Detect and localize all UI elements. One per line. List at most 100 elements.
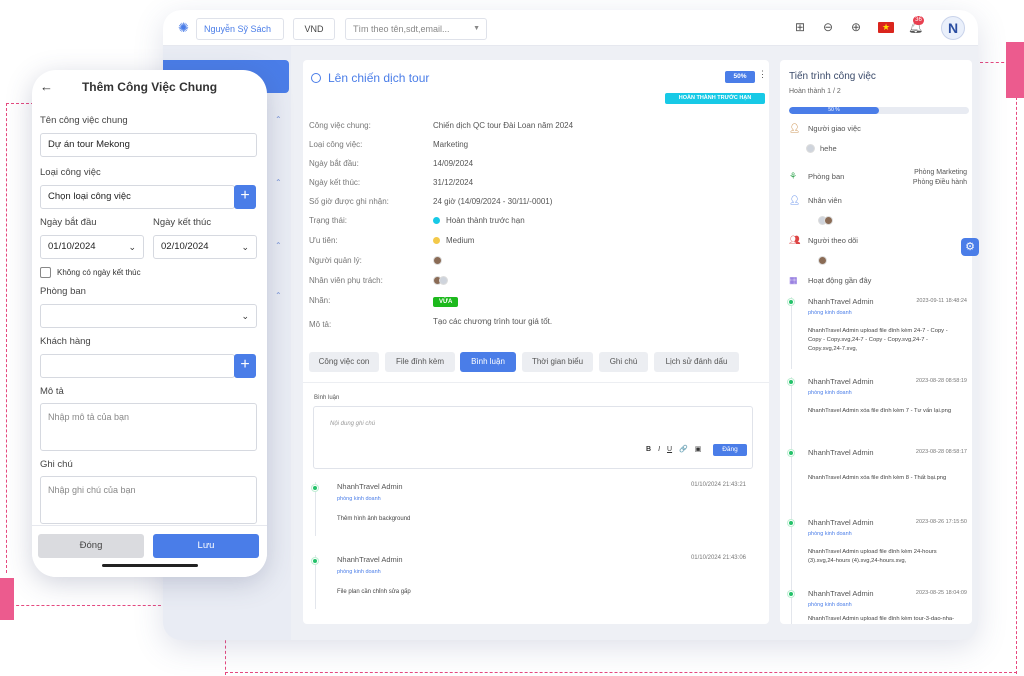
tab-schedule[interactable]: Thời gian biểu [522, 352, 593, 372]
activity-item: NhanhTravel Admin 2023-08-28 08:58:19 ph… [788, 377, 969, 449]
currency-selector[interactable]: VND [293, 18, 335, 40]
avatar[interactable] [818, 256, 827, 265]
timeline-line [791, 448, 792, 520]
task-detail-panel: Lên chiến dịch tour 50% ⋮ HOÀN THÀNH TRƯ… [303, 60, 769, 624]
grid-icon[interactable]: ⊞ [793, 20, 807, 34]
settings-gear-icon[interactable]: ⚙ [961, 238, 979, 256]
activity-item: NhanhTravel Admin 2023-08-25 18:04:09 ph… [788, 589, 969, 624]
start-date-label: Ngày bắt đầu [40, 217, 97, 228]
decor-dash-bottom-vert [225, 635, 226, 675]
avatar[interactable] [824, 216, 833, 225]
comment-section: Bình luận Nội dung ghi chú B I U 🔗 ▣ Đăng Nh… [303, 382, 769, 624]
chevron-up-icon[interactable]: ⌃ [275, 115, 282, 124]
timeline-dot [312, 558, 318, 564]
field-row: Loại công việc: Marketing [309, 140, 469, 149]
app-window: ✺ Nguyễn Sỹ Sách VND Tìm theo tên,sdt,em… [163, 10, 978, 640]
search-input[interactable]: Tìm theo tên,sdt,email... ▼ [345, 18, 487, 40]
comment-author: NhanhTravel Admin [337, 482, 403, 491]
timeline-dot [788, 591, 794, 597]
form-title: Thêm Công Việc Chung [81, 80, 218, 94]
follower-icon: 👥︎ [789, 235, 801, 245]
staff-icon: 👤︎ [789, 195, 801, 205]
note-label: Ghi chú [40, 459, 73, 470]
chevron-down-icon: ▼ [473, 25, 480, 32]
type-label: Loại công việc [40, 167, 101, 178]
close-button[interactable]: Đóng [38, 534, 144, 558]
timeline-line [791, 518, 792, 590]
avatar[interactable] [439, 276, 448, 285]
tab-attachments[interactable]: File đính kèm [385, 352, 455, 372]
field-row: Nhãn: VỪA [309, 296, 759, 310]
link-icon[interactable]: 🔗 [679, 446, 688, 453]
activity-item: NhanhTravel Admin 2023-08-26 17:15:50 ph… [788, 518, 969, 590]
avatar[interactable] [433, 256, 442, 265]
progress-panel: Tiến trình công việc Hoàn thành 1 / 2 50… [780, 60, 972, 624]
timeline-line [791, 377, 792, 449]
field-row: Ưu tiên: Medium [309, 236, 475, 245]
end-date-select[interactable]: 02/10/2024 ⌄ [153, 235, 257, 259]
timeline-dot [312, 485, 318, 491]
chevron-down-icon: ⌄ [241, 242, 249, 252]
field-row: Nhân viên phụ trách: [309, 276, 759, 290]
activity-item: NhanhTravel Admin 2023-08-28 08:58:17 Nh… [788, 448, 969, 520]
more-options-icon[interactable]: ⋮ [758, 69, 767, 80]
user-selector[interactable]: Nguyễn Sỹ Sách [196, 18, 284, 40]
save-button[interactable]: Lưu [153, 534, 259, 558]
label-tag: VỪA [433, 297, 459, 307]
decor-dash-right [1016, 62, 1017, 674]
department-select[interactable]: ⌄ [40, 304, 257, 328]
comment-dept: phòng kinh doanh [337, 569, 381, 575]
task-type-select[interactable]: Chọn loại công việc [40, 185, 235, 209]
italic-icon[interactable]: I [658, 446, 660, 453]
image-icon[interactable]: ▣ [695, 446, 702, 453]
follower-avatar-row [789, 256, 969, 270]
vietnam-flag-icon[interactable]: ★ [878, 22, 894, 33]
timeline-dot [788, 379, 794, 385]
post-comment-button[interactable]: Đăng [713, 444, 747, 456]
tab-subtasks[interactable]: Công việc con [309, 352, 379, 372]
chevron-down-icon: ⌄ [241, 311, 249, 321]
assigner-row: 👤︎ Người giao việc [789, 123, 861, 133]
staff-row: 👤︎ Nhân viên [789, 195, 842, 205]
underline-icon[interactable]: U [667, 446, 672, 453]
person-icon: 👤︎ [789, 123, 801, 133]
description-textarea[interactable]: Nhập mô tả của bạn [40, 403, 257, 451]
timeline-dot [788, 299, 794, 305]
customer-select[interactable] [40, 354, 235, 378]
comment-placeholder: Nội dung ghi chú [330, 421, 376, 427]
bold-icon[interactable]: B [646, 446, 651, 453]
activity-row: ▦ Hoạt động gần đây [789, 275, 872, 285]
chevron-up-icon[interactable]: ⌃ [275, 291, 282, 300]
comment-item: NhanhTravel Admin phòng kinh doanh 01/10… [312, 555, 753, 615]
task-progress-badge: 50% [725, 71, 755, 83]
no-end-date-checkbox[interactable] [40, 267, 51, 278]
tab-notes[interactable]: Ghi chú [599, 352, 648, 372]
activity-icon: ▦ [789, 275, 798, 285]
department-row: ⚘ Phòng ban Phòng Marketing Phòng Điều hà… [789, 169, 967, 186]
decor-dash-left-top [6, 103, 34, 104]
chevron-up-icon[interactable]: ⌃ [275, 241, 282, 250]
progress-bar: 50 % [789, 107, 969, 114]
note-textarea[interactable]: Nhập ghi chú của bạn [40, 476, 257, 524]
loading-icon: ✺ [178, 20, 189, 35]
add-customer-button[interactable]: + [234, 354, 256, 378]
follower-row: 👥︎ Người theo dõi [789, 235, 858, 245]
zoom-out-icon[interactable]: ⊖ [821, 20, 835, 34]
avatar[interactable]: N [941, 16, 965, 40]
start-date-select[interactable]: 01/10/2024 ⌄ [40, 235, 144, 259]
name-label: Tên công việc chung [40, 115, 128, 126]
comment-input[interactable]: Nội dung ghi chú B I U 🔗 ▣ Đăng [313, 406, 753, 469]
comment-time: 01/10/2024 21:43:21 [690, 482, 746, 488]
chevron-up-icon[interactable]: ⌃ [275, 178, 282, 187]
top-bar: ✺ Nguyễn Sỹ Sách VND Tìm theo tên,sdt,em… [163, 10, 978, 46]
progress-bar-fill: 50 % [789, 107, 879, 114]
tab-comments[interactable]: Bình luận [460, 352, 516, 372]
field-row: Ngày bắt đầu: 14/09/2024 [309, 159, 474, 168]
zoom-in-icon[interactable]: ⊕ [849, 20, 863, 34]
task-title: Lên chiến dịch tour [311, 71, 429, 85]
avatar[interactable] [806, 144, 815, 153]
tab-history[interactable]: Lịch sử đánh dấu [654, 352, 739, 372]
screenshot-stage: ✺ Nguyễn Sỹ Sách VND Tìm theo tên,sdt,em… [0, 0, 1024, 676]
task-name-input[interactable]: Dự án tour Mekong [40, 133, 257, 157]
add-type-button[interactable]: + [234, 185, 256, 209]
